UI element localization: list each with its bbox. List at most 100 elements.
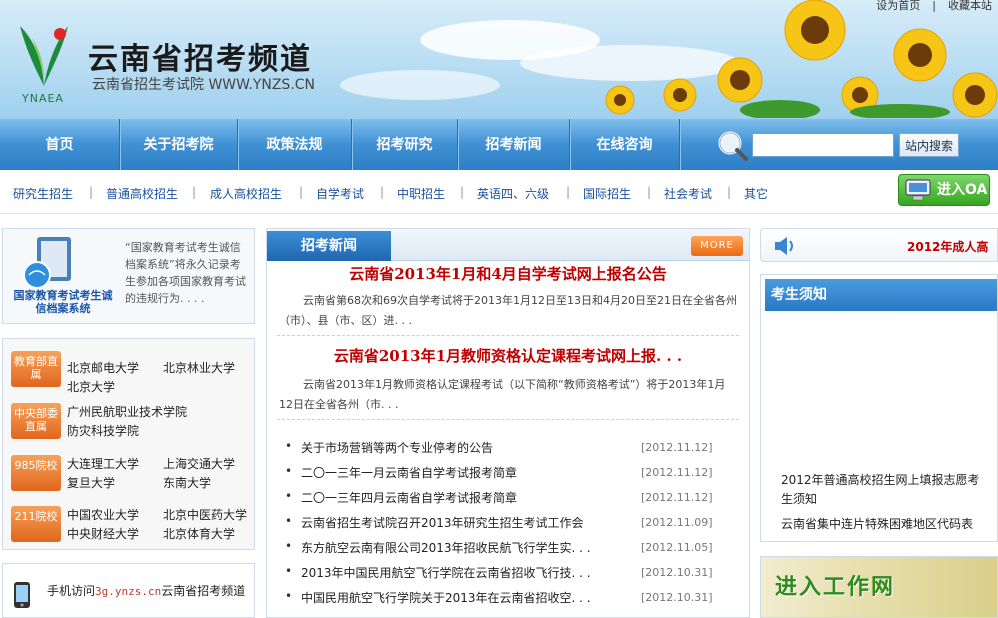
sunflower-banner: [605, 0, 998, 118]
nav-news[interactable]: 招考新闻: [458, 119, 570, 171]
nav-policy[interactable]: 政策法规: [238, 119, 352, 171]
school-link[interactable]: 北京林业大学: [163, 359, 235, 376]
school-link[interactable]: 上海交通大学: [163, 455, 235, 472]
nav-research[interactable]: 招考研究: [352, 119, 458, 171]
subnav-social-exam[interactable]: 社会考试: [664, 185, 712, 202]
school-link[interactable]: 中央财经大学: [67, 525, 139, 542]
news-item-title[interactable]: 中国民用航空飞行学院关于2013年在云南省招收空. . .: [301, 589, 631, 606]
mobile-site-link[interactable]: 3g.ynzs.cn: [95, 585, 161, 598]
subnav-other[interactable]: 其它: [744, 185, 768, 202]
news-item-date: [2012.11.12]: [641, 441, 713, 454]
candidate-notice-title: 考生须知: [765, 279, 997, 311]
search-icon: [718, 131, 748, 161]
credit-archive-panel[interactable]: 国家教育考试考生诚信档案系统 “国家教育考试考生诚信档案系统”将永久记录考生参加…: [2, 228, 255, 324]
nav-home[interactable]: 首页: [0, 119, 120, 171]
news-list-item[interactable]: • 2013年中国民用航空飞行学院在云南省招收飞行技. . . [2012.10…: [285, 564, 725, 588]
mobile-access-panel[interactable]: 手机访问3g.ynzs.cn云南省招考频道: [2, 563, 255, 618]
subnav-cet[interactable]: 英语四、六级: [477, 185, 549, 202]
school-link[interactable]: 北京邮电大学: [67, 359, 139, 376]
nav-about[interactable]: 关于招考院: [120, 119, 238, 171]
set-homepage-link[interactable]: 设为首页: [870, 0, 926, 12]
subnav-separator: |: [380, 185, 385, 199]
news-item-title[interactable]: 云南省招生考试院召开2013年研究生招生考试工作会: [301, 514, 631, 531]
site-header: 设为首页 | 收藏本站 YNAEA 云南省招考频道 云南省招生考试院 WWW.YNZ…: [0, 0, 998, 118]
school-category-tag[interactable]: 教育部直属: [11, 351, 61, 387]
school-link[interactable]: 北京大学: [67, 378, 115, 395]
school-link[interactable]: 东南大学: [163, 474, 211, 491]
cloud-decoration: [340, 70, 500, 100]
headline-title[interactable]: 云南省2013年1月教师资格认定课程考试网上报. . .: [267, 345, 749, 366]
school-link[interactable]: 北京中医药大学: [163, 506, 247, 523]
school-row: 中央部委直属 广州民航职业技术学院 防灾科技学院: [3, 397, 256, 443]
school-link[interactable]: 北京体育大学: [163, 525, 235, 542]
site-subtitle: 云南省招生考试院 WWW.YNZS.CN: [92, 77, 316, 93]
credit-archive-icon: [23, 237, 71, 289]
subnav-self-study[interactable]: 自学考试: [316, 185, 364, 202]
headline-summary: 云南省2013年1月教师资格认定课程考试（以下简称“教师资格考试”）将于2013…: [279, 378, 726, 411]
top-links: 设为首页 | 收藏本站: [870, 0, 998, 13]
announcement-marquee[interactable]: 2012年成人高: [907, 238, 988, 255]
subnav-adult[interactable]: 成人高校招生: [210, 185, 282, 202]
subnav-separator: |: [192, 185, 197, 199]
school-link[interactable]: 大连理工大学: [67, 455, 139, 472]
news-list-item[interactable]: • 二〇一三年四月云南省自学考试报考简章 [2012.11.12]: [285, 489, 725, 513]
school-link[interactable]: 广州民航职业技术学院: [67, 403, 187, 420]
subnav-college[interactable]: 普通高校招生: [106, 185, 178, 202]
enter-oa-label: 进入OA: [937, 182, 988, 198]
search-input[interactable]: [752, 133, 894, 157]
news-item-title[interactable]: 2013年中国民用航空飞行学院在云南省招收飞行技. . .: [301, 564, 631, 581]
subnav-separator: |: [460, 185, 465, 199]
news-item-date: [2012.10.31]: [641, 591, 713, 604]
top-link-separator: |: [932, 0, 936, 12]
news-item-title[interactable]: 东方航空云南有限公司2013年招收民航飞行学生实. . .: [301, 539, 631, 556]
tab-exam-news[interactable]: 招考新闻: [267, 231, 391, 261]
mobile-access-suffix: 云南省招考频道: [161, 584, 246, 598]
mobile-access-text: 手机访问3g.ynzs.cn云南省招考频道: [47, 582, 245, 599]
subnav-separator: |: [299, 185, 304, 199]
school-category-tag[interactable]: 中央部委直属: [11, 403, 61, 439]
school-category-tag[interactable]: 985院校: [11, 455, 61, 491]
site-title: 云南省招考频道: [88, 42, 312, 77]
news-item-title[interactable]: 二〇一三年四月云南省自学考试报考简章: [301, 489, 631, 506]
more-news-button[interactable]: MORE: [691, 236, 743, 256]
subnav-vocational[interactable]: 中职招生: [397, 185, 445, 202]
bullet-icon: •: [285, 514, 293, 528]
bookmark-link[interactable]: 收藏本站: [942, 0, 998, 12]
credit-archive-description: “国家教育考试考生诚信档案系统”将永久记录考生参加各项国家教育考试的违规行为. …: [125, 241, 246, 305]
main-nav: 首页 关于招考院 政策法规 招考研究 招考新闻 在线咨询 站内搜索: [0, 118, 998, 171]
news-list-item[interactable]: • 二〇一三年一月云南省自学考试报考简章 [2012.11.12]: [285, 464, 725, 488]
news-item-date: [2012.11.12]: [641, 466, 713, 479]
school-category-tag[interactable]: 211院校: [11, 506, 61, 542]
enter-oa-button[interactable]: 进入OA: [898, 174, 990, 206]
notice-link[interactable]: 云南省集中连片特殊困难地区代码表: [781, 515, 991, 534]
headline-summary: 云南省第68次和69次自学考试将于2013年1月12日至13日和4月20日至21…: [279, 294, 737, 327]
work-network-banner[interactable]: 进入工作网: [760, 556, 998, 618]
bullet-icon: •: [285, 464, 293, 478]
speaker-icon: [775, 237, 793, 255]
school-link[interactable]: 中国农业大学: [67, 506, 139, 523]
headline-title[interactable]: 云南省2013年1月和4月自学考试网上报名公告: [267, 263, 749, 284]
mobile-phone-icon: [14, 582, 30, 608]
school-link[interactable]: 复旦大学: [67, 474, 115, 491]
news-list-item[interactable]: • 云南省招生考试院召开2013年研究生招生考试工作会 [2012.11.09]: [285, 514, 725, 538]
school-link[interactable]: 防灾科技学院: [67, 422, 139, 439]
exam-news-panel: 招考新闻 MORE 云南省2013年1月和4月自学考试网上报名公告 云南省第68…: [266, 228, 750, 618]
news-list-item[interactable]: • 东方航空云南有限公司2013年招收民航飞行学生实. . . [2012.11…: [285, 539, 725, 563]
news-item-title[interactable]: 二〇一三年一月云南省自学考试报考简章: [301, 464, 631, 481]
subnav-graduate[interactable]: 研究生招生: [13, 185, 73, 202]
news-header: 招考新闻 MORE: [267, 229, 749, 261]
subnav-separator: |: [566, 185, 571, 199]
subnav-international[interactable]: 国际招生: [583, 185, 631, 202]
site-search-button[interactable]: 站内搜索: [899, 133, 959, 157]
school-row: 教育部直属 北京邮电大学 北京林业大学 北京大学: [3, 345, 256, 394]
ynaea-logo-icon[interactable]: [12, 20, 76, 90]
computer-icon: [905, 179, 931, 201]
news-item-title[interactable]: 关于市场营销等两个专业停考的公告: [301, 439, 631, 456]
nav-consult[interactable]: 在线咨询: [570, 119, 680, 171]
notice-link[interactable]: 2012年普通高校招生网上填报志愿考生须知: [781, 471, 991, 509]
news-list-item[interactable]: • 关于市场营销等两个专业停考的公告 [2012.11.12]: [285, 439, 725, 463]
news-list-item[interactable]: • 中国民用航空飞行学院关于2013年在云南省招收空. . . [2012.10…: [285, 589, 725, 613]
school-row: 985院校 大连理工大学 上海交通大学 复旦大学 东南大学: [3, 449, 256, 495]
bullet-icon: •: [285, 539, 293, 553]
logo-text: YNAEA: [22, 92, 64, 105]
